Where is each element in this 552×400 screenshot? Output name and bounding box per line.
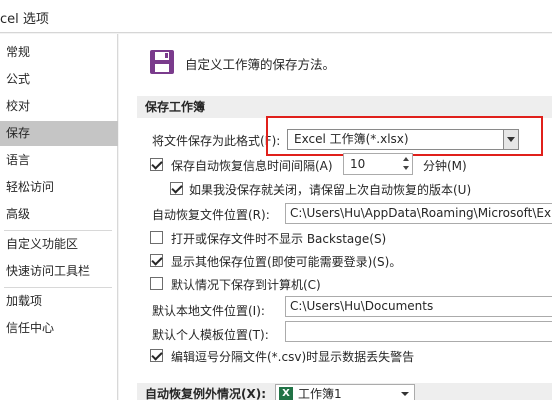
section-save-workbooks: 保存工作簿 [137,96,552,118]
show-other-locations-checkbox[interactable] [150,254,163,267]
exceptions-workbook-value: 工作簿1 [298,387,342,400]
excel-icon: X [279,387,293,400]
autorecover-minutes-spinner[interactable]: 10 [343,153,413,175]
autorecover-minutes-value: 10 [350,157,366,171]
sidebar-item-quick-access-toolbar[interactable]: 快速访问工具栏 [0,259,118,284]
keep-last-version-label: 如果我没保存就关闭，请保留上次自动恢复的版本(U) [189,183,472,197]
csv-warning-checkbox[interactable] [150,349,163,362]
show-other-locations-label: 显示其他保存位置(即使可能需要登录)(S)。 [171,255,402,269]
title-bar: cel 选项 [0,0,552,33]
sidebar-item-add-ins[interactable]: 加载项 [0,289,118,314]
sidebar: 常规 公式 校对 保存 语言 轻松访问 高级 自定义功能区 快速访问工具栏 加载… [0,34,118,400]
sidebar-item-accessibility[interactable]: 轻松访问 [0,175,118,200]
sidebar-item-general[interactable]: 常规 [0,40,118,65]
minutes-label: 分钟(M) [423,159,467,173]
save-icon [150,50,174,74]
autorecover-label: 保存自动恢复信息时间间隔(A) [171,159,333,173]
sidebar-item-formulas[interactable]: 公式 [0,67,118,92]
sidebar-item-save[interactable]: 保存 [0,121,118,146]
no-backstage-checkbox[interactable] [150,231,163,244]
save-to-computer-label: 默认情况下保存到计算机(C) [171,278,321,292]
autorecover-location-input[interactable]: C:\Users\Hu\AppData\Roaming\Microsoft\Ex [285,203,552,224]
sidebar-item-trust-center[interactable]: 信任中心 [0,316,118,341]
autorecover-location-label: 自动恢复文件位置(R): [152,208,270,222]
sidebar-item-language[interactable]: 语言 [0,148,118,173]
local-location-label: 默认本地文件位置(I): [152,304,265,318]
chevron-down-icon[interactable] [401,392,409,396]
local-location-input[interactable]: C:\Users\Hu\Documents [285,296,552,317]
autorecover-checkbox[interactable] [150,158,163,171]
window-title: cel 选项 [0,12,49,27]
no-backstage-label: 打开或保存文件时不显示 Backstage(S) [171,232,387,246]
keep-last-version-checkbox[interactable] [170,182,183,195]
sidebar-item-customize-ribbon[interactable]: 自定义功能区 [0,232,118,257]
format-label: 将文件保存为此格式(F): [152,134,281,148]
highlight-box [266,116,543,156]
spin-up-icon[interactable] [403,157,409,161]
page-heading: 自定义工作簿的保存方法。 [185,57,336,72]
sidebar-divider [4,230,112,231]
spin-down-icon[interactable] [403,166,409,170]
template-location-input[interactable] [285,321,552,342]
csv-warning-label: 编辑逗号分隔文件(*.csv)时显示数据丢失警告 [171,350,415,364]
exceptions-workbook-select[interactable]: X 工作簿1 [275,384,415,400]
save-to-computer-checkbox[interactable] [150,277,163,290]
sidebar-item-advanced[interactable]: 高级 [0,202,118,227]
sidebar-divider [4,287,112,288]
main-panel: 自定义工作簿的保存方法。 保存工作簿 将文件保存为此格式(F): Excel 工… [119,34,552,400]
template-location-label: 默认个人模板位置(T): [152,328,269,342]
sidebar-item-proofing[interactable]: 校对 [0,94,118,119]
